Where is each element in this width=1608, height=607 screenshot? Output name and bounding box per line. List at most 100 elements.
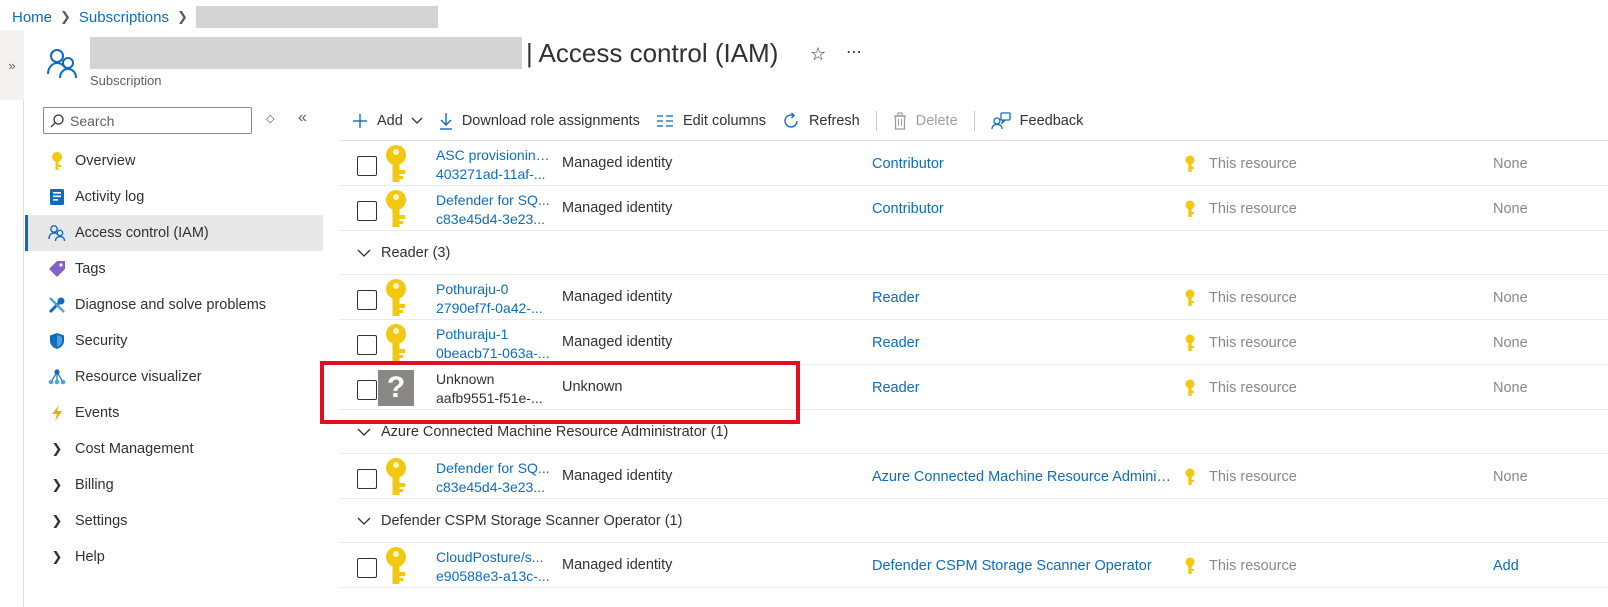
breadcrumb-home[interactable]: Home <box>12 9 52 26</box>
principal-type: Unknown <box>562 379 623 395</box>
add-condition-link[interactable]: Add <box>1493 558 1519 574</box>
search-input[interactable] <box>70 112 240 129</box>
principal-name-link[interactable]: Pothuraju-0 <box>436 280 552 299</box>
sidebar-item-cost-management[interactable]: ❯ Cost Management <box>25 431 323 467</box>
columns-icon <box>656 114 674 128</box>
chevron-down-icon <box>411 113 423 129</box>
principal-id-link[interactable]: c83e45d4-3e23... <box>436 478 552 497</box>
sidebar-item-label: Events <box>75 405 120 421</box>
favorite-star-icon[interactable]: ☆ <box>810 44 826 65</box>
principal-type: Managed identity <box>562 155 673 171</box>
refresh-icon <box>782 112 800 130</box>
scope-key-icon <box>1184 379 1196 400</box>
table-row: Pothuraju-0 2790ef7f-0a42-... Managed id… <box>340 275 1608 320</box>
group-header-reader[interactable]: Reader (3) <box>340 231 1608 275</box>
sidebar-item-label: Diagnose and solve problems <box>75 297 267 313</box>
principal-name-link[interactable]: CloudPosture/s... <box>436 548 552 567</box>
scope-text: This resource <box>1209 156 1297 172</box>
principal-id-link[interactable]: 2790ef7f-0a42-... <box>436 299 552 318</box>
principal-name-link[interactable]: ASC provisioning... <box>436 146 552 165</box>
principal-type: Managed identity <box>562 200 673 216</box>
breadcrumb-subscriptions[interactable]: Subscriptions <box>79 9 169 26</box>
plus-icon <box>352 113 368 129</box>
scope-text: This resource <box>1209 335 1297 351</box>
page-title-text: | Access control (IAM) <box>526 37 779 68</box>
delete-button[interactable]: Delete <box>893 112 958 130</box>
principal-name: Unknown <box>436 371 495 387</box>
sidebar-item-security[interactable]: Security <box>25 323 323 359</box>
page-title: | Access control (IAM) <box>90 36 778 70</box>
sidebar-item-settings[interactable]: ❯ Settings <box>25 503 323 539</box>
row-checkbox[interactable] <box>357 335 377 355</box>
chevron-right-icon: ❯ <box>176 9 188 24</box>
principal-name-link[interactable]: Defender for SQ... <box>436 191 552 210</box>
group-label: Defender CSPM Storage Scanner Operator (… <box>381 512 683 529</box>
principal-id-link[interactable]: 0beacb71-063a-... <box>436 344 552 363</box>
role-link[interactable]: Reader <box>872 335 1172 351</box>
page-subtitle: Subscription <box>90 73 162 88</box>
expand-menu-button[interactable]: » <box>0 30 24 100</box>
sidebar-item-events[interactable]: Events <box>25 395 323 431</box>
sidebar-item-help[interactable]: ❯ Help <box>25 539 323 575</box>
row-checkbox[interactable] <box>357 201 377 221</box>
role-link[interactable]: Contributor <box>872 156 1172 172</box>
role-link[interactable]: Azure Connected Machine Resource Adminis… <box>872 469 1172 485</box>
row-checkbox[interactable] <box>357 558 377 578</box>
sidebar-item-overview[interactable]: Overview <box>25 143 323 179</box>
scope-key-icon <box>1184 468 1196 489</box>
role-assignments-grid: ASC provisioning... 403271ad-11af-... Ma… <box>340 141 1608 588</box>
row-checkbox[interactable] <box>357 380 377 400</box>
principal-name-link[interactable]: Defender for SQ... <box>436 459 552 478</box>
scope-text: This resource <box>1209 201 1297 217</box>
row-checkbox[interactable] <box>357 469 377 489</box>
chevron-right-icon: ❯ <box>60 9 71 24</box>
search-box[interactable] <box>43 107 252 134</box>
chevron-right-icon: ❯ <box>51 441 63 456</box>
sidebar-item-tags[interactable]: Tags <box>25 251 323 287</box>
sidebar-item-resource-visualizer[interactable]: Resource visualizer <box>25 359 323 395</box>
sidebar-item-activity-log[interactable]: Activity log <box>25 179 323 215</box>
group-header-defender-cspm[interactable]: Defender CSPM Storage Scanner Operator (… <box>340 499 1608 543</box>
refresh-button[interactable]: Refresh <box>782 112 860 130</box>
tag-icon <box>47 259 67 279</box>
group-label: Reader (3) <box>381 244 451 261</box>
breadcrumb: Home ❯ Subscriptions ❯ <box>12 6 438 28</box>
managed-identity-key-icon <box>378 190 414 227</box>
role-link[interactable]: Reader <box>872 290 1172 306</box>
principal-name-link[interactable]: Pothuraju-1 <box>436 325 552 344</box>
group-label: Azure Connected Machine Resource Adminis… <box>381 423 729 440</box>
edit-columns-label: Edit columns <box>682 113 766 129</box>
principal-id-link[interactable]: c83e45d4-3e23... <box>436 210 552 229</box>
role-link[interactable]: Reader <box>872 380 1172 396</box>
condition-text: None <box>1493 469 1528 485</box>
row-checkbox[interactable] <box>357 290 377 310</box>
sidebar-item-label: Security <box>75 333 128 349</box>
group-header-azure-connected-machine[interactable]: Azure Connected Machine Resource Adminis… <box>340 410 1608 454</box>
principal-id-link[interactable]: 403271ad-11af-... <box>436 165 552 184</box>
sidebar-item-access-control[interactable]: Access control (IAM) <box>25 215 323 251</box>
scope-text: This resource <box>1209 469 1297 485</box>
chevron-right-icon: ❯ <box>51 513 63 528</box>
principal-type: Managed identity <box>562 468 673 484</box>
chevron-down-icon <box>357 517 371 525</box>
principal-id: aafb9551-f51e-... <box>436 390 543 406</box>
sort-toggle-icon[interactable]: ◇ <box>266 112 274 125</box>
role-link[interactable]: Contributor <box>872 201 1172 217</box>
download-icon <box>439 112 453 130</box>
row-checkbox[interactable] <box>357 156 377 176</box>
edit-columns-button[interactable]: Edit columns <box>656 113 766 129</box>
principal-id-link[interactable]: e90588e3-a13c-... <box>436 567 552 586</box>
feedback-button[interactable]: Feedback <box>991 112 1083 130</box>
double-chevron-right-icon: » <box>8 57 16 73</box>
sidebar-item-diagnose[interactable]: Diagnose and solve problems <box>25 287 323 323</box>
collapse-menu-icon[interactable]: « <box>298 109 307 127</box>
download-role-assignments-button[interactable]: Download role assignments <box>439 112 640 130</box>
sidebar-item-billing[interactable]: ❯ Billing <box>25 467 323 503</box>
scope-key-icon <box>1184 289 1196 310</box>
shield-icon <box>47 331 67 351</box>
scope-key-icon <box>1184 557 1196 578</box>
role-link[interactable]: Defender CSPM Storage Scanner Operator <box>872 558 1172 574</box>
more-options-icon[interactable]: ⋯ <box>846 42 863 62</box>
principal-type: Managed identity <box>562 557 673 573</box>
add-button[interactable]: Add <box>352 113 423 129</box>
